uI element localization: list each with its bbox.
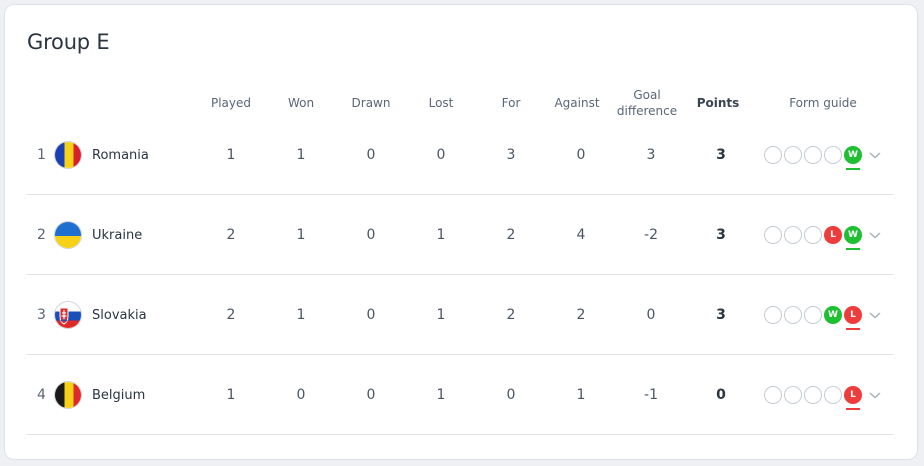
slovakia-flag-icon xyxy=(54,301,82,329)
won-value: 0 xyxy=(296,387,306,403)
table-row[interactable]: 2 Ukraine 2 1 0 1 2 4 -2 3 L W xyxy=(27,195,893,275)
played-value: 1 xyxy=(226,147,236,163)
row-divider xyxy=(27,434,893,435)
belgium-flag-icon xyxy=(54,381,82,409)
points-value: 3 xyxy=(716,227,726,243)
team-name[interactable]: Slovakia xyxy=(92,275,147,355)
lost-value: 1 xyxy=(436,387,446,403)
for-value: 2 xyxy=(506,227,516,243)
won-value: 1 xyxy=(296,147,306,163)
form-result-letter: L xyxy=(830,230,836,240)
form-empty-slot xyxy=(784,146,802,164)
won-value: 1 xyxy=(296,307,306,323)
played-value: 2 xyxy=(226,227,236,243)
against-value: 0 xyxy=(576,147,586,163)
position: 4 xyxy=(37,387,46,403)
form-win-badge[interactable]: W xyxy=(844,226,862,250)
form-loss-badge[interactable]: L xyxy=(824,226,842,244)
form-loss-badge[interactable]: L xyxy=(844,306,862,330)
position: 1 xyxy=(37,147,46,163)
goal-difference-value: 3 xyxy=(646,147,656,163)
form-result-letter: L xyxy=(850,390,856,400)
header-goal-difference-line1: Goal xyxy=(633,88,661,102)
chevron-down-icon[interactable] xyxy=(868,275,882,355)
played-value: 2 xyxy=(226,307,236,323)
form-loss-badge[interactable]: L xyxy=(844,386,862,410)
played-value: 1 xyxy=(226,387,236,403)
form-empty-slot xyxy=(764,306,782,324)
form-empty-slot xyxy=(784,306,802,324)
form-guide: L W xyxy=(764,195,862,275)
form-empty-slot xyxy=(804,306,822,324)
against-value: 2 xyxy=(576,307,586,323)
form-empty-slot xyxy=(764,226,782,244)
goal-difference-value: 0 xyxy=(646,307,656,323)
form-win-badge[interactable]: W xyxy=(824,306,842,324)
form-guide: W xyxy=(764,115,862,195)
chevron-down-icon[interactable] xyxy=(868,195,882,275)
points-value: 0 xyxy=(716,387,726,403)
form-win-badge[interactable]: W xyxy=(844,146,862,170)
drawn-value: 0 xyxy=(366,307,376,323)
drawn-value: 0 xyxy=(366,227,376,243)
position: 2 xyxy=(37,227,46,243)
for-value: 3 xyxy=(506,147,516,163)
table-row[interactable]: 1 Romania 1 1 0 0 3 0 3 3 W xyxy=(27,115,893,195)
form-empty-slot xyxy=(784,226,802,244)
form-empty-slot xyxy=(804,146,822,164)
for-value: 0 xyxy=(506,387,516,403)
table-row[interactable]: 3 Slovakia 2 1 0 1 2 2 0 3 W L xyxy=(27,275,893,355)
against-value: 1 xyxy=(576,387,586,403)
lost-value: 1 xyxy=(436,307,446,323)
chevron-down-icon[interactable] xyxy=(868,355,882,435)
team-name[interactable]: Ukraine xyxy=(92,195,142,275)
points-value: 3 xyxy=(716,147,726,163)
points-value: 3 xyxy=(716,307,726,323)
form-empty-slot xyxy=(784,386,802,404)
lost-value: 0 xyxy=(436,147,446,163)
drawn-value: 0 xyxy=(366,387,376,403)
team-name[interactable]: Belgium xyxy=(92,355,145,435)
form-guide: W L xyxy=(764,275,862,355)
form-result-letter: W xyxy=(848,230,858,240)
form-result-letter: W xyxy=(848,150,858,160)
romania-flag-icon xyxy=(54,141,82,169)
group-title: Group E xyxy=(27,30,110,54)
form-result-letter: W xyxy=(828,310,838,320)
form-empty-slot xyxy=(804,226,822,244)
form-empty-slot xyxy=(824,146,842,164)
ukraine-flag-icon xyxy=(54,221,82,249)
chevron-down-icon[interactable] xyxy=(868,115,882,195)
form-empty-slot xyxy=(764,146,782,164)
form-empty-slot xyxy=(824,386,842,404)
position: 3 xyxy=(37,307,46,323)
won-value: 1 xyxy=(296,227,306,243)
table-row[interactable]: 4 Belgium 1 0 0 1 0 1 -1 0 L xyxy=(27,355,893,435)
lost-value: 1 xyxy=(436,227,446,243)
group-standings-card: Group E Played Won Drawn Lost For Agains… xyxy=(4,4,918,460)
goal-difference-value: -2 xyxy=(644,227,658,243)
goal-difference-value: -1 xyxy=(644,387,658,403)
form-guide: L xyxy=(764,355,862,435)
team-name[interactable]: Romania xyxy=(92,115,149,195)
form-empty-slot xyxy=(764,386,782,404)
form-empty-slot xyxy=(804,386,822,404)
drawn-value: 0 xyxy=(366,147,376,163)
against-value: 4 xyxy=(576,227,586,243)
for-value: 2 xyxy=(506,307,516,323)
form-result-letter: L xyxy=(850,310,856,320)
